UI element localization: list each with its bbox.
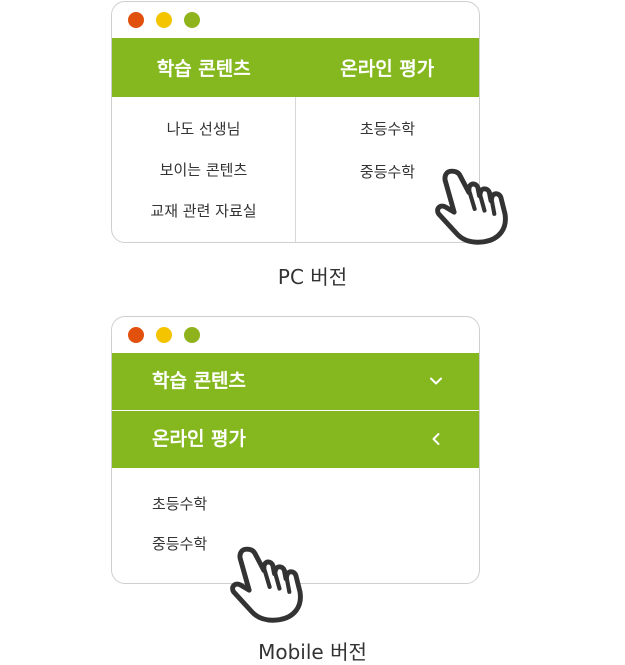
submenu-item-teacher[interactable]: 나도 선생님: [167, 119, 241, 160]
minimize-dot-icon: [156, 12, 172, 28]
accordion-label: 학습 콘텐츠: [152, 370, 247, 392]
submenu-item-visible-content[interactable]: 보이는 콘텐츠: [160, 160, 248, 201]
chevron-left-icon: [432, 433, 440, 445]
mobile-caption: Mobile 버전: [258, 640, 367, 664]
pc-submenu-panel: 나도 선생님 보이는 콘텐츠 교재 관련 자료실 초등수학 중등수학: [112, 97, 479, 242]
accordion-learning-content[interactable]: 학습 콘텐츠: [112, 353, 479, 410]
submenu-item-elementary-math[interactable]: 초등수학: [152, 494, 479, 534]
submenu-item-middle-math[interactable]: 중등수학: [360, 162, 415, 205]
accordion-online-assessment[interactable]: 온라인 평가: [112, 410, 479, 468]
chevron-down-icon: [430, 377, 442, 385]
maximize-dot-icon: [184, 327, 200, 343]
submenu-learning-content: 나도 선생님 보이는 콘텐츠 교재 관련 자료실: [112, 97, 295, 242]
pc-menu-header: 학습 콘텐츠 온라인 평가: [112, 38, 479, 97]
window-titlebar: [112, 2, 479, 38]
pc-caption: PC 버전: [277, 265, 348, 289]
window-titlebar: [112, 317, 479, 353]
minimize-dot-icon: [156, 327, 172, 343]
menu-online-assessment[interactable]: 온라인 평가: [296, 38, 480, 97]
submenu-item-middle-math[interactable]: 중등수학: [152, 534, 479, 574]
close-dot-icon: [128, 12, 144, 28]
submenu-item-textbook-archive[interactable]: 교재 관련 자료실: [150, 201, 256, 242]
pointer-hand-icon: [230, 546, 303, 623]
maximize-dot-icon: [184, 12, 200, 28]
close-dot-icon: [128, 327, 144, 343]
pointer-hand-icon: [435, 168, 508, 245]
pc-browser-window: 학습 콘텐츠 온라인 평가 나도 선생님 보이는 콘텐츠 교재 관련 자료실 초…: [111, 1, 480, 243]
accordion-label: 온라인 평가: [152, 428, 247, 450]
submenu-item-elementary-math[interactable]: 초등수학: [360, 119, 415, 162]
menu-learning-content[interactable]: 학습 콘텐츠: [112, 38, 296, 97]
